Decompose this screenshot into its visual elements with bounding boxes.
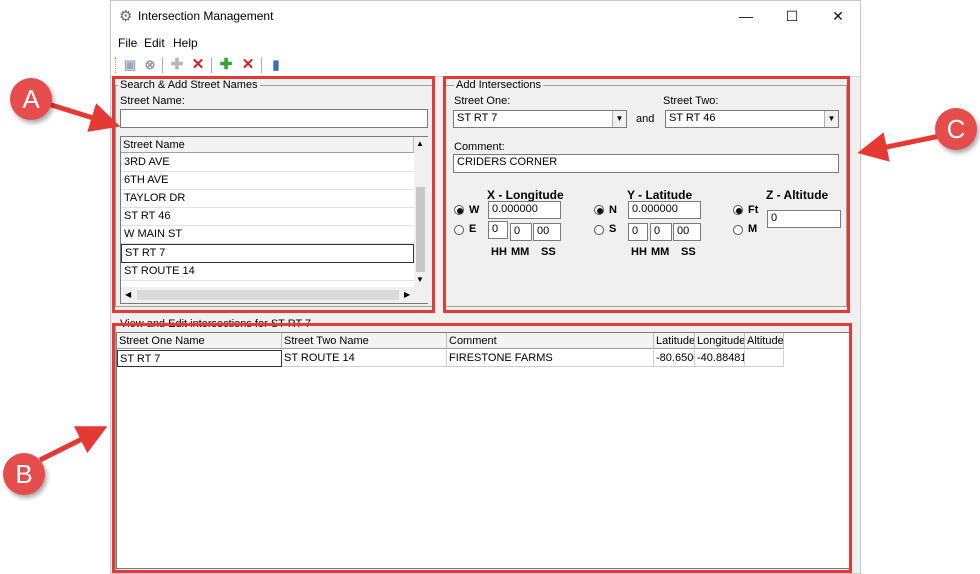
annotation-box-b bbox=[112, 323, 852, 573]
delete-street-icon[interactable]: ✕ bbox=[189, 56, 207, 74]
maximize-button[interactable]: ☐ bbox=[769, 1, 815, 31]
menu-help[interactable]: Help bbox=[173, 36, 198, 50]
add-intersection-icon[interactable]: ✚ bbox=[217, 56, 235, 74]
close-button[interactable]: ✕ bbox=[815, 1, 861, 31]
annotation-box-c bbox=[443, 76, 850, 313]
arrow-a bbox=[44, 100, 121, 132]
cancel-icon[interactable]: ⊗ bbox=[141, 56, 159, 74]
callout-b: B bbox=[3, 453, 45, 495]
minimize-button[interactable]: — bbox=[723, 1, 769, 31]
menu-edit[interactable]: Edit bbox=[144, 36, 165, 50]
arrow-c bbox=[857, 132, 941, 162]
menu-bar: File Edit Help bbox=[111, 31, 860, 53]
delete-intersection-icon[interactable]: ✕ bbox=[239, 56, 257, 74]
annotation-box-a bbox=[112, 76, 435, 313]
toolbar-grip bbox=[115, 57, 118, 73]
menu-file[interactable]: File bbox=[118, 36, 137, 50]
toolbar-separator bbox=[261, 57, 262, 73]
window-title: Intersection Management bbox=[138, 9, 274, 23]
toolbar-separator bbox=[211, 57, 212, 73]
toolbar: ▣ ⊗ ✚ ✕ ✚ ✕ ▮ bbox=[111, 53, 860, 77]
arrow-b bbox=[38, 426, 108, 463]
save-icon[interactable]: ▣ bbox=[121, 56, 139, 74]
callout-c: C bbox=[935, 108, 977, 150]
add-disabled-icon[interactable]: ✚ bbox=[168, 56, 186, 74]
title-bar: ⚙ Intersection Management — ☐ ✕ bbox=[111, 1, 860, 31]
exit-door-icon[interactable]: ▮ bbox=[267, 56, 285, 74]
toolbar-separator bbox=[162, 57, 163, 73]
callout-a: A bbox=[10, 78, 52, 120]
gear-icon: ⚙ bbox=[119, 8, 133, 25]
